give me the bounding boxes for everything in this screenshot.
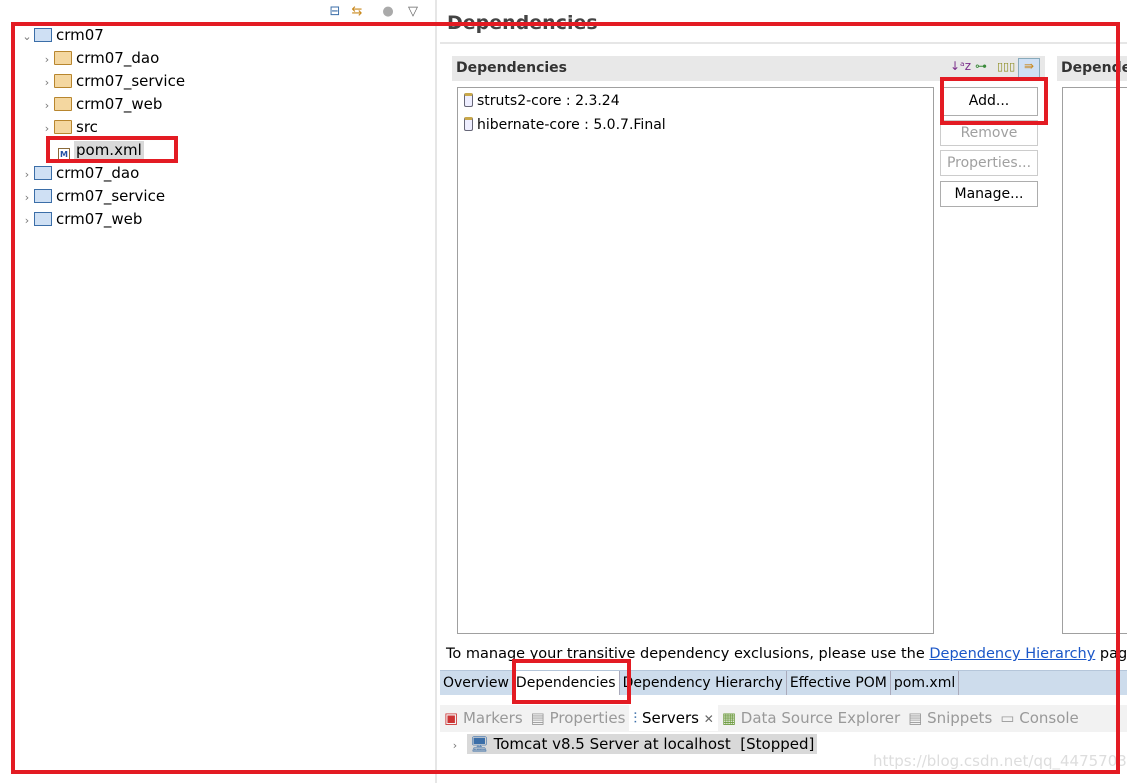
collapse-all-icon[interactable]: ⊟	[327, 4, 343, 20]
link-with-editor-icon[interactable]: ⇆	[349, 4, 365, 20]
dependencies-tab-highlight	[512, 659, 631, 704]
focus-icon[interactable]: ●	[380, 4, 396, 20]
add-highlight	[940, 77, 1048, 125]
view-menu-icon[interactable]: ▽	[405, 4, 421, 20]
pom-highlight	[46, 136, 178, 163]
